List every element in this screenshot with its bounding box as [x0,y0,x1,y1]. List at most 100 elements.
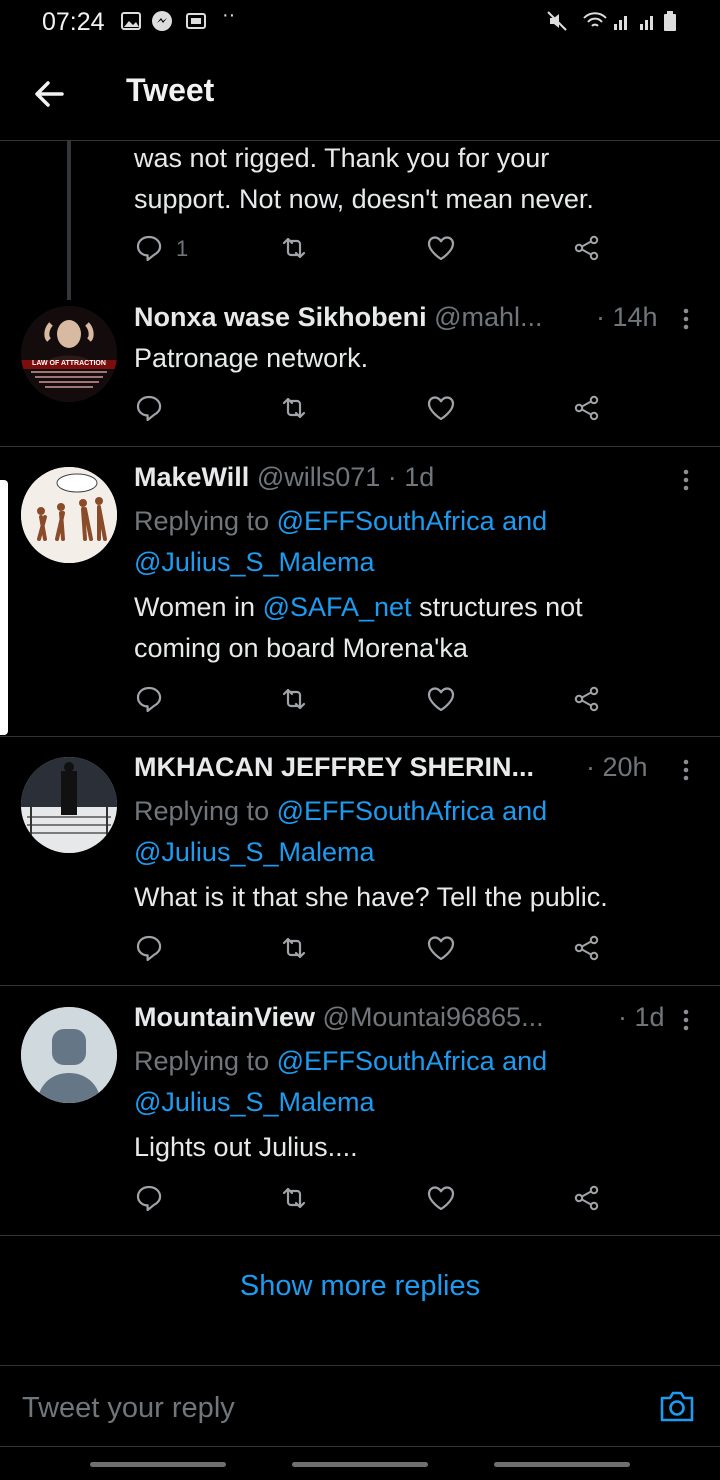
edge-panel-handle[interactable] [0,480,8,735]
mention-link[interactable]: @SAFA_net [263,592,412,622]
nav-recents[interactable] [90,1462,226,1467]
reply-button[interactable] [134,933,170,969]
display-name[interactable]: MKHACAN JEFFREY SHERIN... [134,752,534,782]
divider [0,1235,720,1236]
like-button[interactable] [426,684,462,720]
avatar[interactable]: LAW OF ATTRACTION [21,306,117,402]
mention-link[interactable]: @EFFSouthAfrica and [277,506,548,536]
battery-icon [664,11,676,31]
mention-link[interactable]: @Julius_S_Malema [134,1087,375,1117]
handle[interactable]: @Mountai96865... [323,1002,544,1032]
show-more-replies-button[interactable]: Show more replies [0,1270,720,1303]
cast-icon [186,13,206,29]
replying-prefix: Replying to [134,506,270,536]
mention-link[interactable]: @Julius_S_Malema [134,547,375,577]
like-icon [427,236,455,261]
tweet-actions [134,1183,604,1223]
reply-count: 1 [176,236,189,261]
mention-link[interactable]: @Julius_S_Malema [134,837,375,867]
retweet-button[interactable] [279,233,315,269]
retweet-button[interactable] [279,1183,315,1219]
reply-button[interactable]: 1 [134,233,188,269]
reply-icon [136,686,162,713]
replying-prefix: Replying to [134,796,270,826]
like-icon [427,687,455,712]
more-icon[interactable] [676,466,696,496]
reply-input[interactable]: Tweet your reply [22,1392,235,1425]
tweet-text: Lights out Julius.... [134,1132,358,1162]
retweet-button[interactable] [279,933,315,969]
retweet-icon [282,397,306,419]
tweet-text-line: support. Not now, doesn't mean never. [134,184,594,214]
retweet-icon [282,688,306,710]
like-icon [427,936,455,961]
avatar-image [21,306,117,402]
retweet-button[interactable] [279,684,315,720]
share-button[interactable] [572,393,608,429]
tweet-time: · 1d [618,1002,665,1032]
more-notifications-icon: ·· [222,4,236,26]
like-button[interactable] [426,393,462,429]
page-title: Tweet [126,72,215,108]
more-icon[interactable] [676,1006,696,1036]
like-button[interactable] [426,1183,462,1219]
share-icon [574,935,599,961]
display-name[interactable]: MakeWill [134,462,249,492]
tweet-time: · 20h [586,752,648,782]
tweet-time: · 14h [596,302,658,332]
tweet-text-line: was not rigged. Thank you for your [134,143,550,173]
tweet-text: What is it that she have? Tell the publi… [134,882,608,912]
handle[interactable]: @mahl... [434,302,542,332]
reply-button[interactable] [134,393,170,429]
reply-icon [136,235,162,262]
signal-icon-2 [640,16,653,30]
display-name[interactable]: MountainView [134,1002,315,1032]
share-button[interactable] [572,933,608,969]
tweet-text-part: structures not [411,592,583,622]
handle[interactable]: @wills071 · 1d [257,462,434,492]
share-button[interactable] [572,1183,608,1219]
tweet-text-part: Women in [134,592,263,622]
tweet-actions [134,933,604,973]
divider [0,985,720,986]
display-name[interactable]: Nonxa wase Sikhobeni [134,302,427,332]
tweet-text: Women in @SAFA_net structures not coming… [134,587,583,669]
retweet-button[interactable] [279,393,315,429]
avatar-image [21,757,117,853]
avatar[interactable] [21,757,117,853]
mention-link[interactable]: @EFFSouthAfrica and [277,1046,548,1076]
tweet-header: Nonxa wase Sikhobeni @mahl... [134,302,543,333]
top-bar: Tweet [0,46,720,141]
system-nav-bar [0,1446,720,1480]
gallery-icon [121,12,141,30]
share-icon [574,395,599,421]
reply-icon [136,395,162,422]
signal-icon [614,16,627,30]
like-button[interactable] [426,233,462,269]
avatar[interactable] [21,467,117,563]
camera-icon[interactable] [658,1388,696,1424]
nav-home[interactable] [292,1462,428,1467]
retweet-icon [282,1187,306,1209]
share-icon [574,1185,599,1211]
replying-to: Replying to @EFFSouthAfrica and @Julius_… [134,791,547,873]
replying-to: Replying to @EFFSouthAfrica and @Julius_… [134,501,547,583]
tweet-header: MKHACAN JEFFREY SHERIN... [134,752,534,783]
more-icon[interactable] [676,305,696,335]
tweet-text-line: coming on board Morena'ka [134,633,468,663]
mention-link[interactable]: @EFFSouthAfrica and [277,796,548,826]
replying-to: Replying to @EFFSouthAfrica and @Julius_… [134,1041,547,1123]
back-arrow-icon[interactable] [30,74,70,114]
avatar[interactable] [21,1007,117,1103]
like-icon [427,396,455,421]
reply-button[interactable] [134,1183,170,1219]
share-button[interactable] [572,684,608,720]
tweet-actions [134,393,604,433]
reply-button[interactable] [134,684,170,720]
nav-back[interactable] [494,1462,630,1467]
share-button[interactable] [572,233,608,269]
more-icon[interactable] [676,756,696,786]
like-button[interactable] [426,933,462,969]
thread-line [67,140,71,300]
tweet-header: MakeWill @wills071 · 1d [134,462,434,493]
